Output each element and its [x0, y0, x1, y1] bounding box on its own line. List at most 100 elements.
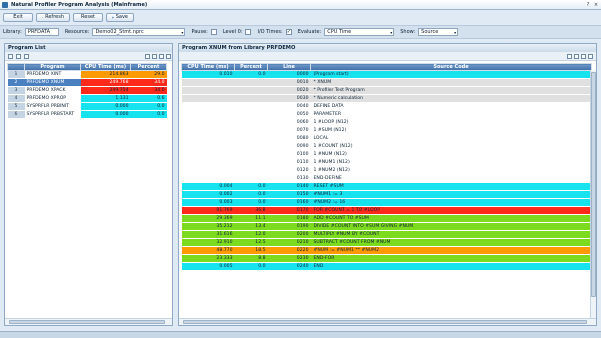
reset-button[interactable]: Reset [73, 12, 103, 22]
chevron-down-icon: ▾ [454, 30, 457, 35]
line-number: 0080 [267, 134, 311, 143]
cpu-time-value: 29.369 [181, 214, 235, 223]
columns-icon[interactable] [159, 54, 164, 59]
level0-checkbox[interactable] [245, 29, 252, 35]
source-code: END-DEFINE [310, 174, 592, 183]
source-hscroll-thumb[interactable] [183, 320, 587, 324]
source-row[interactable]: 35.212 13.4 0190 DIVIDE #COUNT INTO #SUM GI… [181, 222, 592, 231]
program-list-hscroll[interactable] [5, 318, 172, 325]
settings-icon[interactable] [588, 54, 593, 59]
source-code: 1 #NUM2 (N12) [310, 166, 592, 175]
program-row[interactable]: 4 PRFDEMO XPROP 1.131 0.6 [7, 94, 167, 103]
source-vscroll-thumb[interactable] [591, 72, 596, 297]
source-row[interactable]: 0.010 0.0 0000 (Program start) [181, 70, 592, 79]
source-code: #NUM1 := 3 [310, 190, 592, 199]
line-number: 0160 [267, 198, 311, 207]
cpu-time-column-header[interactable]: CPU Time (ms) [80, 63, 131, 71]
percent-value: 12.0 [234, 230, 268, 239]
program-row[interactable]: 5 SYSPRFLR PRBINIT 0.000 0.0 [7, 102, 167, 111]
source-row[interactable]: 48.770 18.5 0220 #NUM := #NUM1 ** #NUM2 [181, 246, 592, 255]
program-row[interactable]: 2 PRFDEMO XNUM 249.768 34.0 [7, 78, 167, 87]
toolbar: Exit Refresh Reset Save [0, 11, 601, 23]
program-column-header[interactable]: Program [24, 63, 81, 71]
print-icon[interactable] [574, 54, 579, 59]
columns-icon[interactable] [581, 54, 586, 59]
cpu-time-value [181, 174, 235, 183]
save-button[interactable]: Save [106, 12, 134, 22]
source-row[interactable]: 91.769 36.8 0170 FOR #COUNT = 1 TO #LOOP [181, 206, 592, 215]
source-row[interactable]: 0.003 0.0 0160 #NUM2 := 16 [181, 198, 592, 207]
program-list-title: Program List [5, 44, 172, 52]
evaluate-select[interactable]: CPU Time ▾ [324, 28, 395, 36]
line-number: 0200 [267, 230, 311, 239]
cpu-time-value: 31.616 [181, 230, 235, 239]
source-vscroll[interactable] [590, 70, 596, 318]
program-list-hscroll-thumb[interactable] [9, 320, 165, 324]
source-code: 1 #NUM1 (N12) [310, 158, 592, 167]
cpu-time-value: 249.754 [80, 86, 131, 95]
program-row[interactable]: 1 PRFDEMO XINT 214.863 29.0 [7, 70, 167, 79]
io-times-label: I/O Times: [257, 29, 283, 35]
pause-checkbox[interactable] [210, 29, 217, 35]
line-number: 0040 [267, 102, 311, 111]
cpu-time-value: 0.000 [80, 110, 131, 119]
line-number: 0030 [267, 94, 311, 103]
program-row[interactable]: 6 SYSPRFLR PRBSTART 0.000 0.0 [7, 110, 167, 119]
export-icon[interactable] [145, 54, 150, 59]
source-row[interactable]: 0.005 0.0 0240 END [181, 262, 592, 271]
source-code: FOR #COUNT = 1 TO #LOOP [310, 206, 592, 215]
close-icon[interactable]: × [593, 2, 599, 8]
source-row[interactable]: 0020 * Profiler Test Program [181, 86, 592, 95]
line-number: 0100 [267, 150, 311, 159]
library-field[interactable]: PRFDATA [24, 28, 59, 36]
source-row[interactable]: 0030 * Numeric calculation [181, 94, 592, 103]
source-row[interactable]: 0060 1 #LOOP (N12) [181, 118, 592, 127]
sort-icon[interactable] [16, 54, 21, 59]
cpu-time-value [181, 86, 235, 95]
export-icon[interactable] [567, 54, 572, 59]
source-row[interactable]: 0110 1 #NUM1 (N12) [181, 158, 592, 167]
exit-button[interactable]: Exit [3, 12, 33, 22]
show-select[interactable]: Source ▾ [418, 28, 459, 36]
source-row[interactable]: 31.616 12.0 0200 MULTIPLY #NUM BY #COUNT [181, 230, 592, 239]
source-row[interactable]: 0.004 0.0 0140 RESET #SUM [181, 182, 592, 191]
window-title: Natural Profiler Program Analysis (Mainf… [11, 1, 148, 8]
source-row[interactable]: 23.333 8.8 0230 END-FOR [181, 254, 592, 263]
help-icon[interactable]: ? [585, 2, 591, 8]
source-row[interactable]: 0120 1 #NUM2 (N12) [181, 166, 592, 175]
source-code-column-header[interactable]: Source Code [310, 63, 592, 71]
source-row[interactable]: 29.369 11.1 0180 ADD #COUNT TO #SUM [181, 214, 592, 223]
source-code: RESET #SUM [310, 182, 592, 191]
source-row[interactable]: 0130 END-DEFINE [181, 174, 592, 183]
percent-column-header[interactable]: Percent [130, 63, 167, 71]
line-number: 0120 [267, 166, 311, 175]
search-icon[interactable] [24, 54, 29, 59]
percent-column-header[interactable]: Percent [234, 63, 268, 71]
refresh-button[interactable]: Refresh [36, 12, 70, 22]
source-code: SUBTRACT #COUNT FROM #NUM [310, 238, 592, 247]
cpu-time-value: 0.005 [181, 262, 235, 271]
filter-icon[interactable] [8, 54, 13, 59]
source-hscroll[interactable] [179, 318, 596, 325]
library-value: PRFDATA [27, 29, 51, 35]
source-code: END-FOR [310, 254, 592, 263]
source-row[interactable]: 32.910 12.5 0210 SUBTRACT #COUNT FROM #NUM [181, 238, 592, 247]
io-times-checkbox[interactable]: ✓ [285, 29, 292, 35]
source-row[interactable]: 0100 1 #NUM (N12) [181, 150, 592, 159]
source-row[interactable]: 0010 * XNUM [181, 78, 592, 87]
line-number: 0180 [267, 214, 311, 223]
cpu-time-column-header[interactable]: CPU Time (ms) [181, 63, 235, 71]
program-row[interactable]: 3 PRFDEMO XPACK 249.754 34.0 [7, 86, 167, 95]
settings-icon[interactable] [166, 54, 171, 59]
resource-select[interactable]: Demo02_Stmt.nprc ▾ [92, 28, 186, 36]
source-row[interactable]: 0.002 0.0 0150 #NUM1 := 3 [181, 190, 592, 199]
line-number: 0010 [267, 78, 311, 87]
source-row[interactable]: 0090 1 #COUNT (N12) [181, 142, 592, 151]
source-row[interactable]: 0040 DEFINE DATA [181, 102, 592, 111]
source-row[interactable]: 0070 1 #SUM (N12) [181, 126, 592, 135]
source-row[interactable]: 0080 LOCAL [181, 134, 592, 143]
source-row[interactable]: 0050 PARAMETER [181, 110, 592, 119]
print-icon[interactable] [152, 54, 157, 59]
line-column-header[interactable]: Line [267, 63, 311, 71]
row-number-header [7, 63, 25, 71]
